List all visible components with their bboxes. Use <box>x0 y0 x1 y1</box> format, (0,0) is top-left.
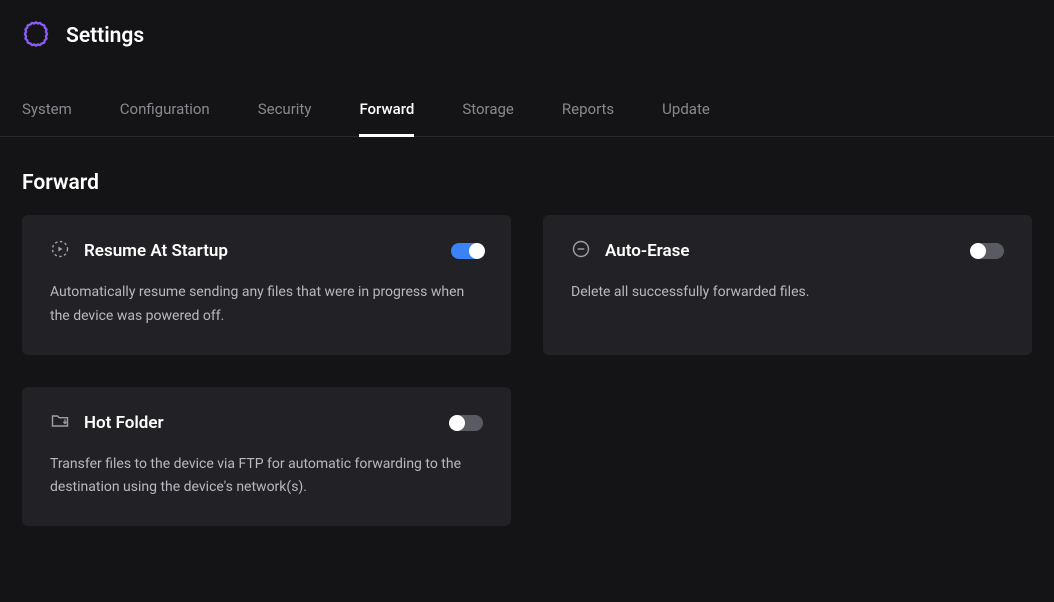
card-auto-erase: Auto-Erase Delete all successfully forwa… <box>543 215 1032 355</box>
cards-grid: Resume At Startup Automatically resume s… <box>0 215 1054 526</box>
card-header: Auto-Erase <box>571 239 1004 263</box>
toggle-knob <box>469 243 485 259</box>
card-title-wrap: Auto-Erase <box>571 239 690 263</box>
card-description: Automatically resume sending any files t… <box>50 281 483 329</box>
toggle-knob <box>449 415 465 431</box>
toggle-knob <box>970 243 986 259</box>
card-title-wrap: Resume At Startup <box>50 239 228 263</box>
folder-icon <box>50 411 70 435</box>
tab-system[interactable]: System <box>22 100 72 137</box>
tab-update[interactable]: Update <box>662 100 710 137</box>
auto-erase-toggle[interactable] <box>972 243 1004 259</box>
resume-icon <box>50 239 70 263</box>
card-resume-at-startup: Resume At Startup Automatically resume s… <box>22 215 511 355</box>
tab-reports[interactable]: Reports <box>562 100 614 137</box>
tab-security[interactable]: Security <box>258 100 312 137</box>
gear-icon <box>22 20 50 52</box>
card-header: Hot Folder <box>50 411 483 435</box>
card-description: Delete all successfully forwarded files. <box>571 281 1004 305</box>
tab-configuration[interactable]: Configuration <box>120 100 210 137</box>
erase-icon <box>571 239 591 263</box>
card-header: Resume At Startup <box>50 239 483 263</box>
card-title: Hot Folder <box>84 413 164 433</box>
card-description: Transfer files to the device via FTP for… <box>50 453 483 501</box>
card-hot-folder: Hot Folder Transfer files to the device … <box>22 387 511 527</box>
card-title: Auto-Erase <box>605 241 690 261</box>
tabs-nav: System Configuration Security Forward St… <box>0 100 1054 137</box>
page-title: Settings <box>66 24 144 48</box>
card-title-wrap: Hot Folder <box>50 411 164 435</box>
section-title: Forward <box>0 137 1054 215</box>
tab-forward[interactable]: Forward <box>359 100 414 137</box>
card-title: Resume At Startup <box>84 241 228 261</box>
page-header: Settings <box>0 0 1054 72</box>
tab-storage[interactable]: Storage <box>462 100 514 137</box>
hot-folder-toggle[interactable] <box>451 415 483 431</box>
resume-toggle[interactable] <box>451 243 483 259</box>
